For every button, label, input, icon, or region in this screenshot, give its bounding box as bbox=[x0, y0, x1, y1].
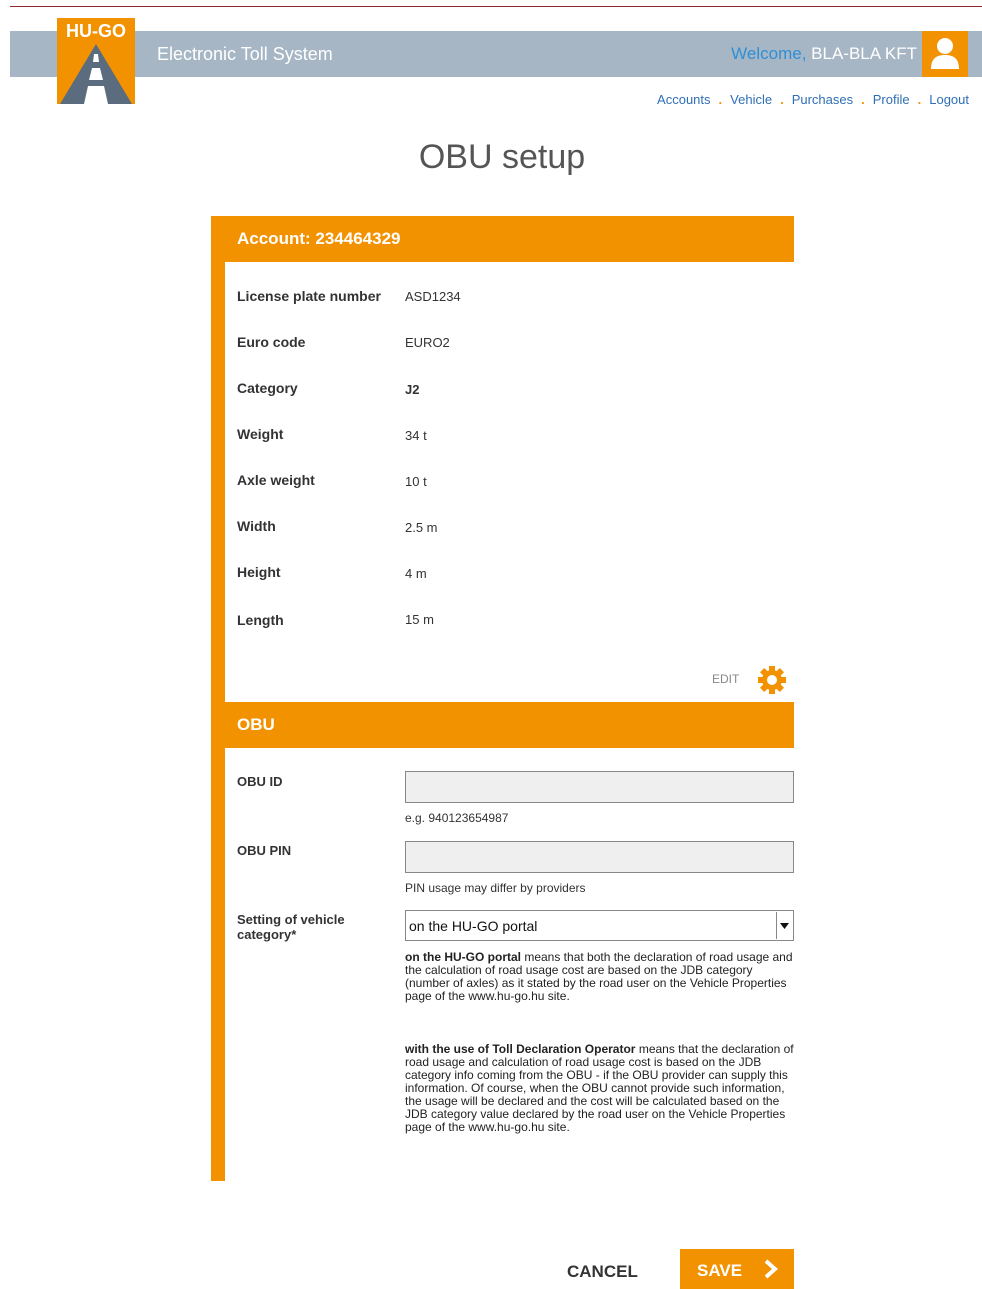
obu-id-hint: e.g. 940123654987 bbox=[405, 811, 509, 825]
chevron-down-icon bbox=[780, 923, 789, 929]
obu-pin-label: OBU PIN bbox=[237, 843, 292, 858]
nav-purchases[interactable]: Purchases bbox=[792, 92, 853, 107]
vehicle-category-selected: on the HU-GO portal bbox=[409, 918, 538, 934]
nav-vehicle[interactable]: Vehicle bbox=[730, 92, 772, 107]
gear-icon[interactable] bbox=[757, 665, 787, 695]
nav-separator: . bbox=[718, 92, 723, 107]
portal-option-term: on the HU-GO portal bbox=[405, 950, 521, 964]
panel-left-border bbox=[211, 216, 225, 1181]
nav-logout[interactable]: Logout bbox=[929, 92, 969, 107]
operator-option-term: with the use of Toll Declaration Operato… bbox=[405, 1042, 636, 1056]
chevron-right-icon bbox=[764, 1259, 779, 1279]
welcome-text: Welcome, BLA-BLA KFT bbox=[731, 44, 917, 64]
euro-code-label: Euro code bbox=[237, 334, 306, 350]
weight-label: Weight bbox=[237, 426, 284, 442]
page-title: OBU setup bbox=[418, 138, 586, 176]
obu-pin-hint: PIN usage may differ by providers bbox=[405, 881, 586, 895]
nav-profile[interactable]: Profile bbox=[873, 92, 910, 107]
cancel-button[interactable]: CANCEL bbox=[567, 1262, 638, 1282]
vehicle-category-setting-label: Setting of vehicle category* bbox=[237, 912, 345, 942]
obu-heading: OBU bbox=[211, 702, 794, 748]
height-label: Height bbox=[237, 564, 281, 580]
company-name: BLA-BLA KFT bbox=[811, 44, 917, 63]
operator-option-description: with the use of Toll Declaration Operato… bbox=[405, 1043, 797, 1134]
top-nav: Accounts. Vehicle. Purchases. Profile. Logou… bbox=[657, 92, 969, 107]
license-plate-value: ASD1234 bbox=[405, 289, 461, 304]
category-label: Category bbox=[237, 380, 298, 396]
nav-separator: . bbox=[917, 92, 922, 107]
obu-id-label: OBU ID bbox=[237, 774, 283, 789]
axle-weight-value: 10 t bbox=[405, 474, 427, 489]
app-title: Electronic Toll System bbox=[157, 44, 333, 64]
obu-pin-input[interactable] bbox=[405, 841, 794, 873]
weight-value: 34 t bbox=[405, 428, 427, 443]
category-value: J2 bbox=[405, 382, 420, 397]
license-plate-label: License plate number bbox=[237, 288, 381, 304]
euro-code-value: EURO2 bbox=[405, 335, 450, 350]
width-value: 2.5 m bbox=[405, 520, 438, 535]
dropdown-arrow[interactable] bbox=[776, 912, 792, 939]
account-heading: Account: 234464329 bbox=[211, 216, 794, 262]
logo-text: HU-GO bbox=[66, 21, 126, 41]
nav-separator: . bbox=[780, 92, 784, 107]
length-value: 15 m bbox=[405, 612, 434, 627]
hu-go-logo[interactable]: HU-GO bbox=[57, 18, 135, 104]
axle-weight-label: Axle weight bbox=[237, 472, 315, 488]
welcome-prefix: Welcome, bbox=[731, 44, 807, 63]
length-label: Length bbox=[237, 612, 284, 628]
save-button[interactable]: SAVE bbox=[680, 1249, 794, 1289]
portal-option-description: on the HU-GO portal means that both the … bbox=[405, 951, 797, 1003]
top-rule bbox=[10, 6, 982, 7]
operator-option-text: means that the declaration of road usage… bbox=[405, 1042, 794, 1134]
user-icon bbox=[931, 38, 959, 69]
save-label: SAVE bbox=[697, 1261, 743, 1280]
vehicle-category-select[interactable]: on the HU-GO portal bbox=[405, 910, 794, 941]
user-profile-button[interactable] bbox=[922, 31, 968, 77]
height-value: 4 m bbox=[405, 566, 427, 581]
edit-link[interactable]: EDIT bbox=[712, 672, 739, 686]
obu-id-input[interactable] bbox=[405, 771, 794, 803]
width-label: Width bbox=[237, 518, 276, 534]
nav-accounts[interactable]: Accounts bbox=[657, 92, 710, 107]
nav-separator: . bbox=[861, 92, 865, 107]
road-icon bbox=[60, 44, 132, 104]
